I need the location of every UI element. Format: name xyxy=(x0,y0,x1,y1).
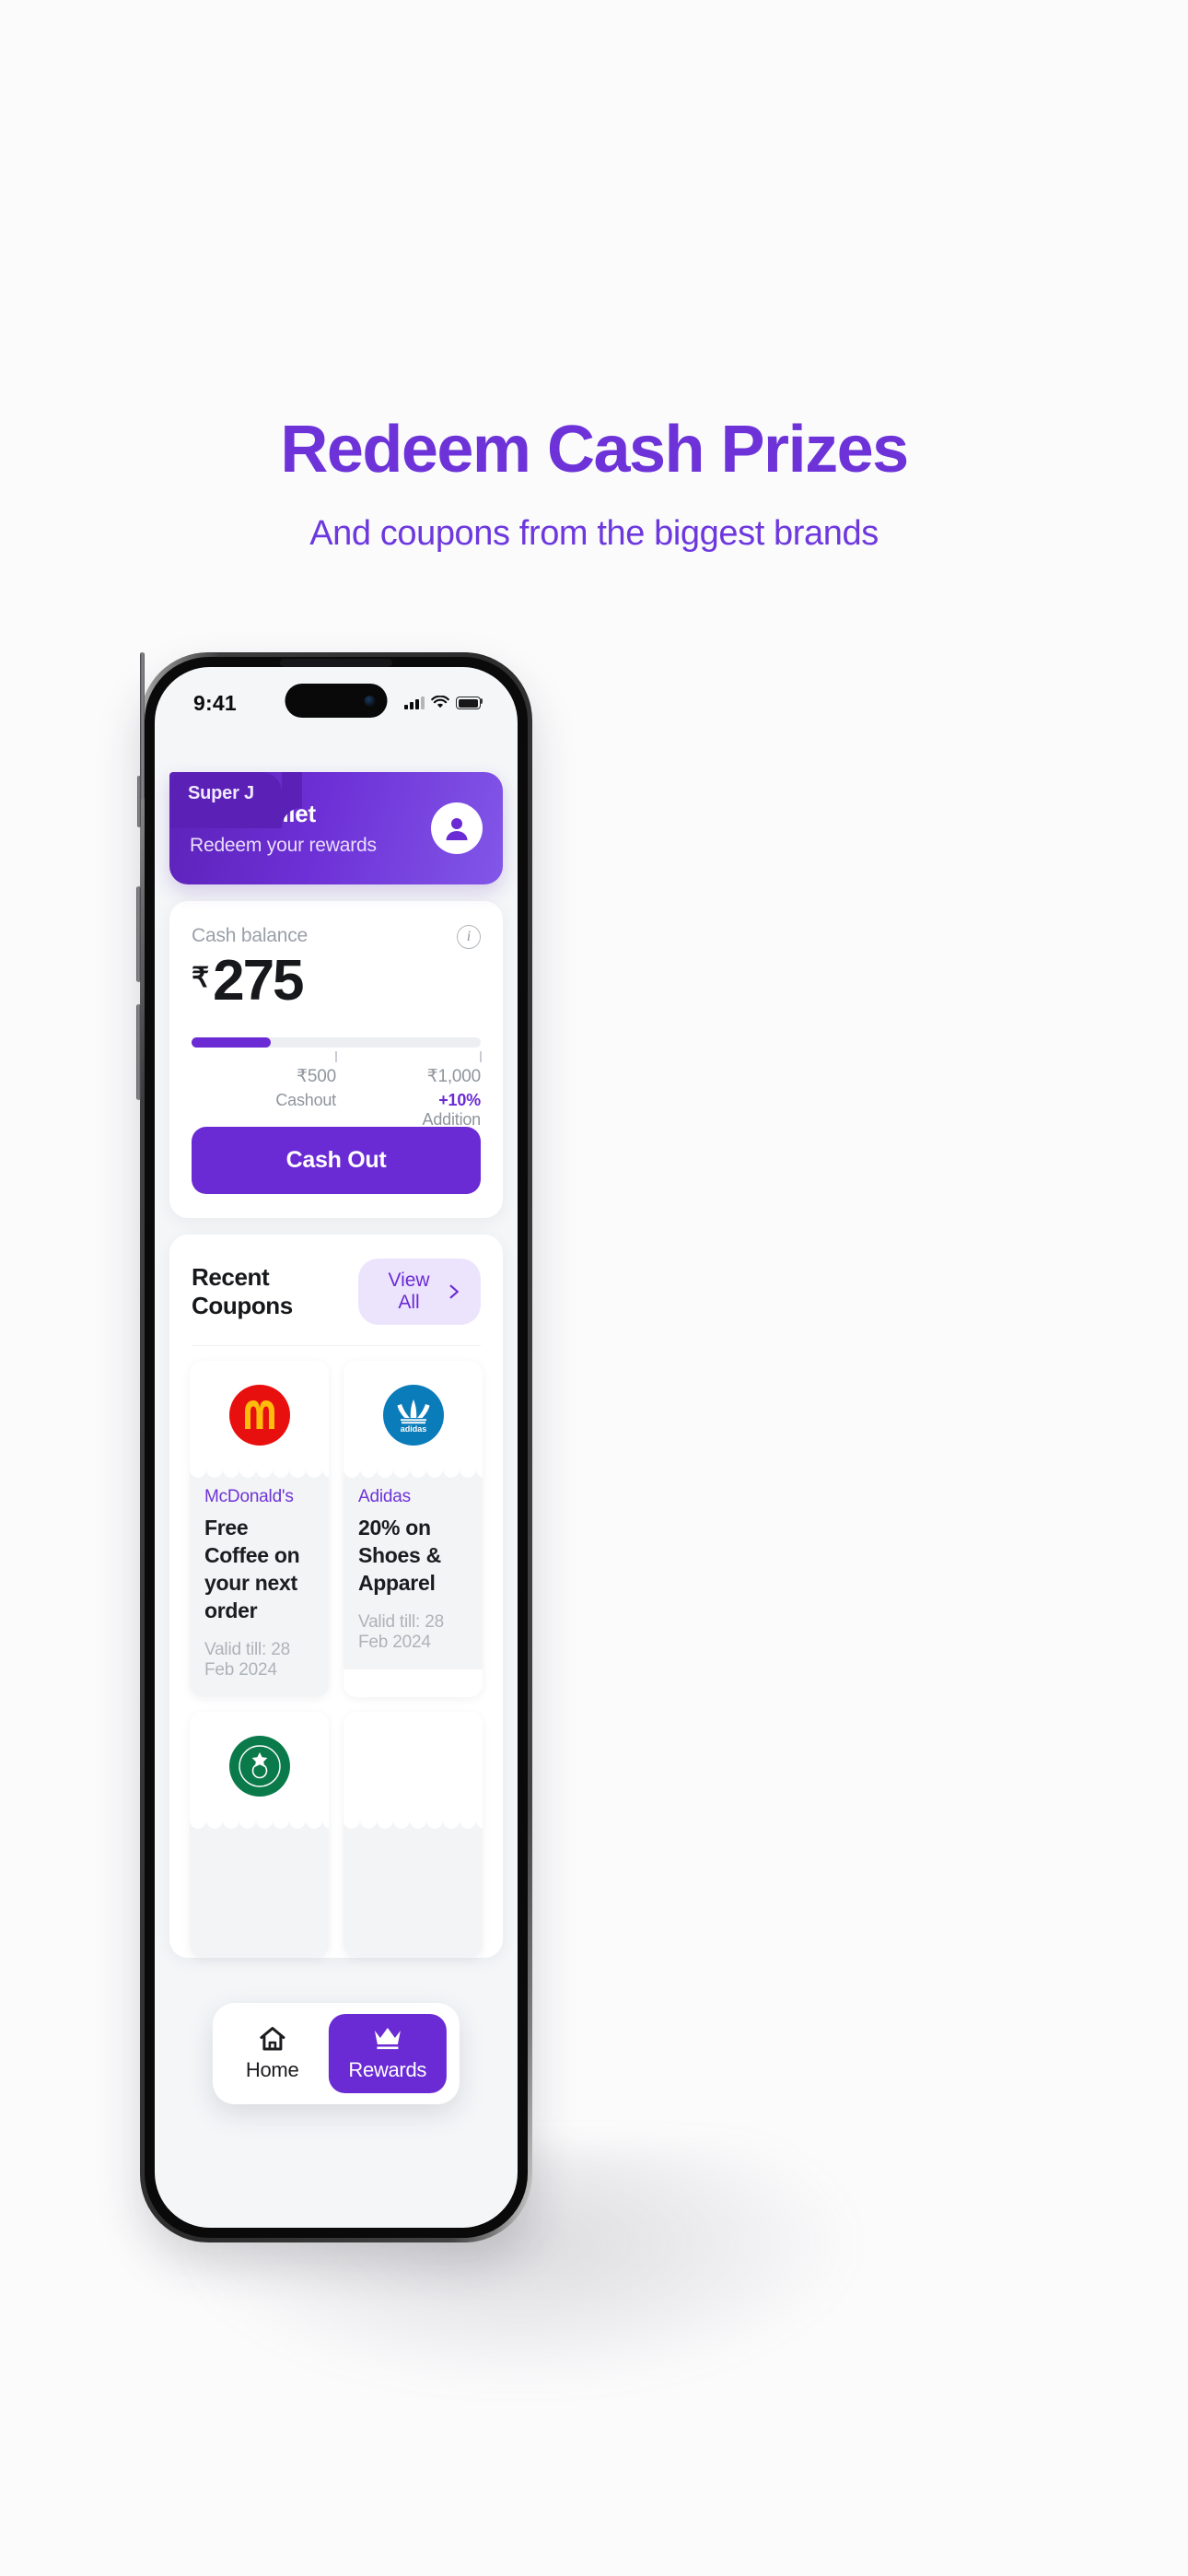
battery-tip xyxy=(481,698,483,704)
wallet-header: Super J Your Wallet Redeem your rewards xyxy=(169,772,503,884)
wallet-tab-label: Super J xyxy=(188,783,254,803)
nav-item-home[interactable]: Home xyxy=(226,2014,320,2093)
dynamic-island xyxy=(285,684,388,718)
silence-switch[interactable] xyxy=(137,776,141,827)
milestone-note: Cashout xyxy=(275,1091,336,1110)
milestone-note-text: Addition xyxy=(422,1110,482,1129)
home-icon xyxy=(260,2027,285,2051)
coupon-card-placeholder[interactable] xyxy=(344,1711,483,1958)
coupon-logo-area xyxy=(190,1361,329,1469)
phone-screen: 9:41 Super J Redeem your rewards Cash ba… xyxy=(155,667,518,2228)
chevron-right-icon xyxy=(449,1284,459,1299)
volume-up-button[interactable] xyxy=(136,886,141,982)
wallet-subtitle: Redeem your rewards xyxy=(190,835,377,856)
milestone-2: ₹1,000 +10% Addition xyxy=(422,1066,482,1130)
coupon-brand: Adidas xyxy=(358,1487,411,1506)
coupon-card-starbucks[interactable] xyxy=(190,1711,329,1958)
cellular-signal-icon xyxy=(404,696,425,709)
coupon-card-adidas[interactable]: adidas Adidas 20% on Shoes & Apparel Val… xyxy=(344,1361,483,1697)
starbucks-logo-icon xyxy=(228,1735,290,1797)
recent-coupons-card: Recent Coupons View All McDonald's Free … xyxy=(169,1235,503,1958)
battery-full-icon xyxy=(456,697,481,709)
balance-value: 275 xyxy=(213,949,304,1013)
view-all-button[interactable]: View All xyxy=(358,1259,481,1325)
coupon-body: Adidas 20% on Shoes & Apparel Valid till… xyxy=(344,1481,483,1669)
coupon-scallop-edge xyxy=(344,1820,483,1832)
nav-item-rewards[interactable]: Rewards xyxy=(328,2014,448,2093)
milestone-note-strong: +10% xyxy=(438,1091,481,1109)
milestone-tick xyxy=(480,1051,482,1062)
front-camera-icon xyxy=(364,695,376,707)
coupon-body xyxy=(344,1832,483,1958)
golden-arches-icon xyxy=(244,1400,274,1429)
coupon-brand: McDonald's xyxy=(204,1487,294,1506)
phone-bezel: 9:41 Super J Redeem your rewards Cash ba… xyxy=(145,657,528,2238)
progress-track xyxy=(192,1037,481,1048)
adidas-trefoil-icon: adidas xyxy=(397,1399,429,1434)
balance-amount: ₹ 275 xyxy=(192,953,481,1010)
progress-ticks xyxy=(192,1051,482,1064)
coupon-card-mcdonalds[interactable]: McDonald's Free Coffee on your next orde… xyxy=(190,1361,329,1697)
avatar[interactable] xyxy=(431,802,483,854)
milestone-note: +10% Addition xyxy=(422,1091,482,1130)
wifi-icon xyxy=(431,696,449,708)
coupon-description: Free Coffee on your next order xyxy=(204,1516,300,1622)
nav-label-rewards: Rewards xyxy=(348,2058,427,2081)
coupon-body: McDonald's Free Coffee on your next orde… xyxy=(190,1481,329,1697)
balance-header: Cash balance i xyxy=(192,925,481,949)
coupons-header: Recent Coupons View All xyxy=(169,1259,503,1325)
page-title: Redeem Cash Prizes xyxy=(280,413,909,486)
currency-symbol: ₹ xyxy=(192,963,210,993)
coupons-section-title: Recent Coupons xyxy=(192,1263,293,1319)
page-subtitle: And coupons from the biggest brands xyxy=(309,514,879,553)
coupon-logo-area xyxy=(190,1711,329,1821)
mcdonalds-logo-icon xyxy=(228,1385,290,1446)
coupon-scallop-edge xyxy=(190,1820,329,1832)
nav-label-home: Home xyxy=(245,2058,299,2081)
coupon-description: 20% on Shoes & Apparel xyxy=(358,1516,441,1595)
coupon-valid-label: Valid till: xyxy=(358,1611,421,1632)
promo-header: Redeem Cash Prizes And coupons from the … xyxy=(0,0,1188,551)
earpiece-speaker xyxy=(280,659,392,667)
milestone-1: ₹500 Cashout xyxy=(275,1066,336,1110)
milestone-labels: ₹500 Cashout ₹1,000 +10% Addition xyxy=(192,1066,481,1129)
coupon-valid-label: Valid till: xyxy=(204,1639,267,1659)
status-bar-indicators xyxy=(404,691,483,709)
coupon-scallop-edge xyxy=(344,1469,483,1481)
milestone-amount: ₹500 xyxy=(297,1067,336,1086)
cash-balance-card: Cash balance i ₹ 275 ₹500 Cashout ₹1,000… xyxy=(169,901,503,1218)
coupon-logo-area: adidas xyxy=(344,1361,483,1469)
status-bar: 9:41 xyxy=(155,667,518,733)
coupon-validity: Valid till: 28 Feb 2024 xyxy=(204,1640,314,1680)
phone-mockup: 9:41 Super J Redeem your rewards Cash ba… xyxy=(136,652,532,2242)
milestone-note-text: Cashout xyxy=(275,1091,336,1109)
adidas-logo-icon: adidas xyxy=(382,1385,444,1446)
milestone-tick xyxy=(335,1051,337,1062)
coupon-validity: Valid till: 28 Feb 2024 xyxy=(358,1612,468,1653)
svg-text:adidas: adidas xyxy=(400,1424,426,1434)
crown-icon xyxy=(374,2028,401,2050)
coupon-body xyxy=(190,1832,329,1958)
cash-out-button[interactable]: Cash Out xyxy=(192,1127,481,1194)
coupon-logo-area xyxy=(344,1711,483,1821)
starbucks-siren-icon xyxy=(238,1744,281,1787)
balance-label: Cash balance xyxy=(192,925,309,946)
coupons-grid: McDonald's Free Coffee on your next orde… xyxy=(169,1346,503,1958)
user-avatar-icon xyxy=(446,818,468,840)
progress-fill xyxy=(192,1037,272,1048)
status-bar-time: 9:41 xyxy=(193,691,237,715)
milestone-amount: ₹1,000 xyxy=(426,1067,482,1086)
bottom-navigation: Home Rewards xyxy=(212,2003,460,2104)
volume-down-button[interactable] xyxy=(136,1004,141,1100)
info-icon[interactable]: i xyxy=(457,925,481,949)
wallet-tab-super-j[interactable]: Super J xyxy=(169,772,282,828)
coupon-scallop-edge xyxy=(190,1469,329,1481)
view-all-label: View All xyxy=(388,1270,430,1313)
